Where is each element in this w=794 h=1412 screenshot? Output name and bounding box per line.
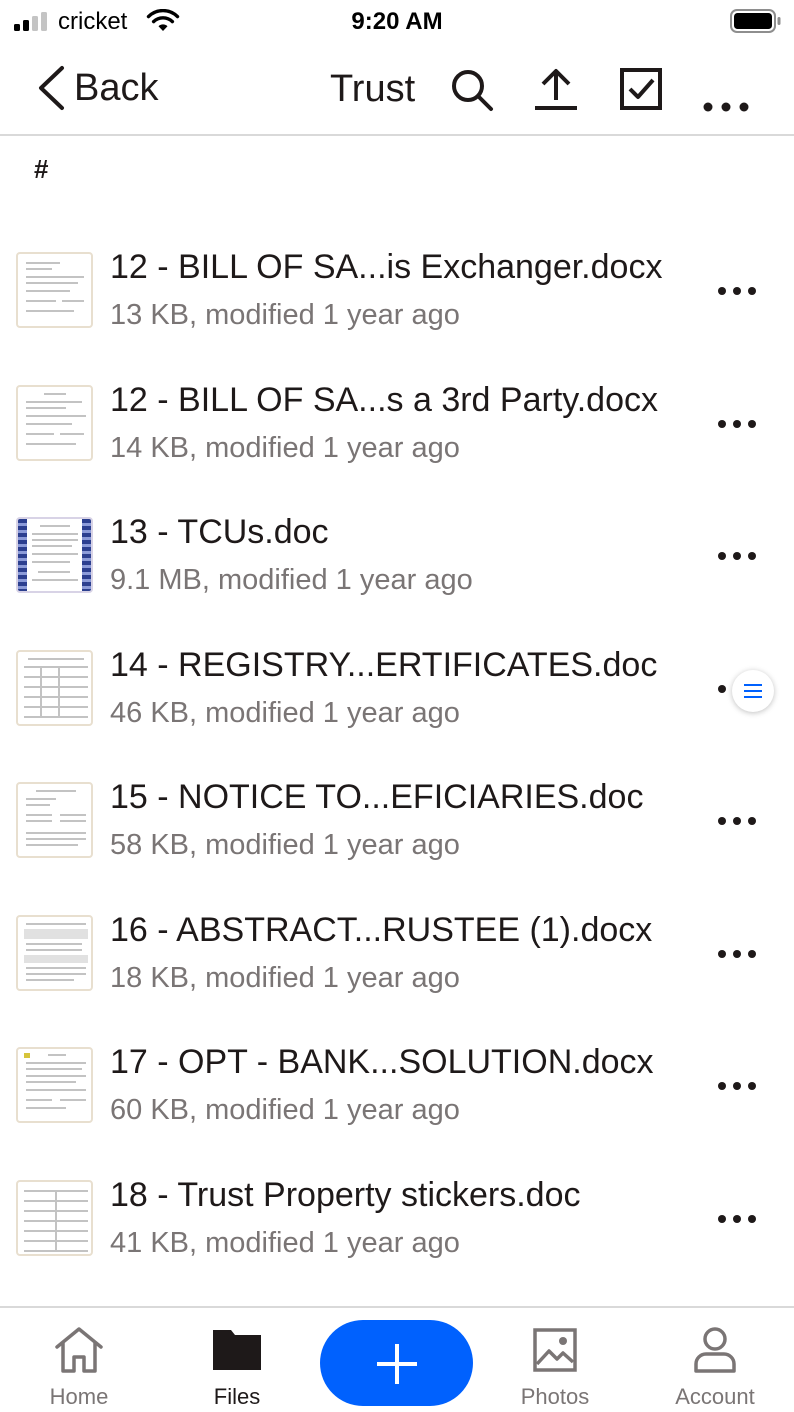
table-thumbnail <box>16 649 93 726</box>
more-options-button[interactable] <box>718 417 758 431</box>
file-name: 17 - OPT - BANK...SOLUTION.docx <box>110 1043 654 1081</box>
more-options-button[interactable] <box>718 549 758 563</box>
file-meta: 46 KB, modified 1 year ago <box>110 696 460 729</box>
more-options-button[interactable] <box>718 814 758 828</box>
more-options-button[interactable] <box>718 1079 758 1093</box>
status-bar: cricket 9:20 AM <box>0 0 794 44</box>
file-name: 13 - TCUs.doc <box>110 513 329 551</box>
tab-bar: Home Files Photos Account <box>0 1306 794 1412</box>
file-meta: 13 KB, modified 1 year ago <box>110 299 460 331</box>
file-row[interactable]: 16 - ABSTRACT...RUSTEE (1).docx 18 KB, m… <box>0 885 794 1018</box>
file-name: 12 - BILL OF SA...is Exchanger.docx <box>110 248 663 286</box>
more-options-button[interactable] <box>718 947 758 961</box>
file-row[interactable]: 12 - BILL OF SA...s a 3rd Party.docx 14 … <box>0 355 794 488</box>
tab-files[interactable]: Files <box>172 1308 302 1412</box>
chevron-left-icon <box>39 66 64 110</box>
file-meta: 58 KB, modified 1 year ago <box>110 829 460 861</box>
folder-icon <box>213 1330 261 1370</box>
file-row[interactable]: 15 - NOTICE TO...EFICIARIES.doc 58 KB, m… <box>0 752 794 885</box>
back-button[interactable]: Back <box>36 62 158 114</box>
tab-label: Photos <box>520 1384 590 1409</box>
grid-thumbnail <box>16 1179 93 1256</box>
more-options-icon[interactable] <box>702 66 750 114</box>
file-meta: 41 KB, modified 1 year ago <box>110 1226 460 1259</box>
file-row[interactable]: 13 - TCUs.doc 9.1 MB, modified 1 year ag… <box>0 487 794 620</box>
file-meta: 14 KB, modified 1 year ago <box>110 431 460 464</box>
file-meta: 9.1 MB, modified 1 year ago <box>110 564 473 596</box>
battery-icon <box>730 9 781 33</box>
file-row[interactable]: 12 - BILL OF SA...is Exchanger.docx 13 K… <box>0 222 794 355</box>
file-row[interactable]: 18 - Trust Property stickers.doc 41 KB, … <box>0 1150 794 1283</box>
file-row[interactable]: 17 - OPT - BANK...SOLUTION.docx 60 KB, m… <box>0 1017 794 1150</box>
status-time: 9:20 AM <box>351 8 443 35</box>
tab-label: Files <box>213 1384 261 1409</box>
file-name: 14 - REGISTRY...ERTIFICATES.doc <box>110 645 658 684</box>
create-button[interactable] <box>320 1320 473 1406</box>
file-meta: 18 KB, modified 1 year ago <box>110 961 460 994</box>
tab-label: Account <box>675 1384 755 1409</box>
file-name: 16 - ABSTRACT...RUSTEE (1).docx <box>110 910 653 949</box>
navigation-bar: Back Trust <box>0 48 794 136</box>
more-options-button[interactable] <box>718 1212 758 1226</box>
tab-photos[interactable]: Photos <box>490 1308 620 1412</box>
document-thumbnail <box>16 782 93 858</box>
certificate-thumbnail <box>16 517 93 593</box>
back-label: Back <box>74 66 159 109</box>
tab-home[interactable]: Home <box>14 1308 144 1412</box>
form-thumbnail <box>16 914 93 991</box>
document-thumbnail <box>16 252 93 328</box>
upload-icon[interactable] <box>532 66 580 114</box>
document-thumbnail <box>16 1047 93 1123</box>
file-meta: 60 KB, modified 1 year ago <box>110 1094 460 1126</box>
file-list: 12 - BILL OF SA...is Exchanger.docx 13 K… <box>0 222 794 1282</box>
section-header: # <box>34 154 49 184</box>
file-row[interactable]: 14 - REGISTRY...ERTIFICATES.doc 46 KB, m… <box>0 620 794 753</box>
select-checkbox-icon[interactable] <box>618 66 666 114</box>
file-name: 12 - BILL OF SA...s a 3rd Party.docx <box>110 380 659 419</box>
document-thumbnail <box>16 384 93 461</box>
search-icon[interactable] <box>448 66 496 114</box>
more-options-button[interactable] <box>718 284 758 298</box>
fast-scroll-handle[interactable] <box>732 670 774 712</box>
page-title: Trust <box>330 68 416 110</box>
person-icon <box>694 1327 736 1373</box>
tab-account[interactable]: Account <box>650 1308 780 1412</box>
file-name: 15 - NOTICE TO...EFICIARIES.doc <box>110 778 644 816</box>
tab-label: Home <box>49 1384 109 1409</box>
file-name: 18 - Trust Property stickers.doc <box>110 1175 581 1214</box>
photo-icon <box>533 1328 577 1372</box>
home-icon <box>55 1327 103 1373</box>
plus-icon <box>377 1344 417 1384</box>
